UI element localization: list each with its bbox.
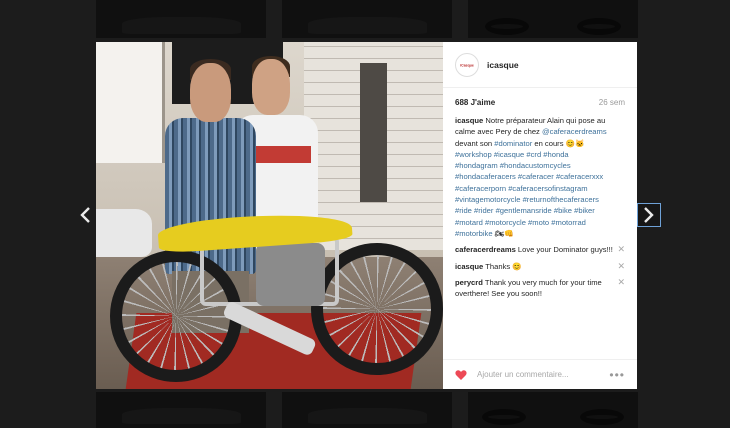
comment-author[interactable]: caferacerdreams <box>455 245 516 254</box>
caption-text-segment: 🏍👊 <box>492 228 514 238</box>
comment-author[interactable]: icasque <box>455 262 483 271</box>
delete-comment-icon[interactable]: ✕ <box>617 277 625 287</box>
chevron-right-icon <box>644 207 654 223</box>
post-time[interactable]: 26 sem <box>599 98 625 107</box>
comment-item: caferacerdreams Love your Dominator guys… <box>455 244 625 255</box>
caption-text-segment: devant son <box>455 138 495 148</box>
previous-post-button[interactable] <box>73 203 97 227</box>
hashtag-link[interactable]: #dominator <box>494 139 532 148</box>
hashtag-link[interactable]: #hondacustomcycles <box>500 161 571 170</box>
hashtag-link[interactable]: #icasque <box>494 150 524 159</box>
heart-icon[interactable] <box>455 369 467 381</box>
comments-list: icasque Notre préparateur Alain qui pose… <box>443 107 637 359</box>
next-post-button[interactable] <box>637 203 661 227</box>
comment-text: Love your Dominator guys!!! <box>517 245 613 255</box>
add-comment-input[interactable] <box>477 370 610 379</box>
hashtag-link[interactable]: @caferacerdreams <box>542 127 607 136</box>
comment-text: Thanks 😊 <box>485 261 522 271</box>
caption: icasque Notre préparateur Alain qui pose… <box>455 115 625 239</box>
hashtag-link[interactable]: #gentlemansride <box>496 206 552 215</box>
hashtag-link[interactable]: #motard <box>455 218 483 227</box>
hashtag-link[interactable]: #bike <box>554 206 572 215</box>
hashtag-link[interactable]: #returnofthecaferacers <box>523 195 599 204</box>
hashtag-link[interactable]: #caferacersofinstagram <box>508 184 587 193</box>
post-header: iCasque icasque <box>443 42 637 88</box>
post-stats: 688 J'aime 26 sem <box>443 88 637 107</box>
hashtag-link[interactable]: #workshop <box>455 150 492 159</box>
avatar[interactable]: iCasque <box>455 52 479 77</box>
delete-comment-icon[interactable]: ✕ <box>617 244 625 254</box>
chevron-left-icon <box>80 207 90 223</box>
caption-text-segment: en cours 😊🐱 <box>532 138 585 148</box>
hashtag-link[interactable]: #motorbike <box>455 229 493 238</box>
likes-count[interactable]: 688 J'aime <box>455 98 495 107</box>
hashtag-link[interactable]: #biker <box>574 206 595 215</box>
hashtag-link[interactable]: #moto <box>528 218 549 227</box>
ellipsis-icon[interactable]: ••• <box>609 368 625 382</box>
comment-item: icasque Thanks 😊 ✕ <box>455 261 625 272</box>
icasque-logo: iCasque <box>457 62 477 67</box>
delete-comment-icon[interactable]: ✕ <box>617 261 625 271</box>
hashtag-link[interactable]: #motorrad <box>551 218 586 227</box>
caption-text: Notre préparateur Alain qui pose au calm… <box>455 116 607 238</box>
svg-text:iCasque: iCasque <box>460 63 474 67</box>
username-link[interactable]: icasque <box>487 60 519 70</box>
post-modal: iCasque icasque 688 J'aime 26 sem icasqu… <box>96 42 637 389</box>
comment-item: perycrd Thank you very much for your tim… <box>455 277 625 300</box>
caption-author[interactable]: icasque <box>455 116 483 125</box>
hashtag-link[interactable]: #hondagram <box>455 161 498 170</box>
comment-author[interactable]: perycrd <box>455 278 483 287</box>
hashtag-link[interactable]: #caferacerxxx <box>556 172 603 181</box>
hashtag-link[interactable]: #motorcycle <box>485 218 526 227</box>
post-side-panel: iCasque icasque 688 J'aime 26 sem icasqu… <box>443 42 637 389</box>
post-photo[interactable] <box>96 42 443 389</box>
post-footer: ••• <box>443 359 637 389</box>
hashtag-link[interactable]: #crd <box>526 150 541 159</box>
hashtag-link[interactable]: #ride <box>455 206 472 215</box>
hashtag-link[interactable]: #vintagemotorcycle <box>455 195 520 204</box>
hashtag-link[interactable]: #caferacerporn <box>455 184 506 193</box>
hashtag-link[interactable]: #hondacaferacers <box>455 172 516 181</box>
hashtag-link[interactable]: #rider <box>474 206 493 215</box>
hashtag-link[interactable]: #caferacer <box>518 172 554 181</box>
hashtag-link[interactable]: #honda <box>543 150 568 159</box>
